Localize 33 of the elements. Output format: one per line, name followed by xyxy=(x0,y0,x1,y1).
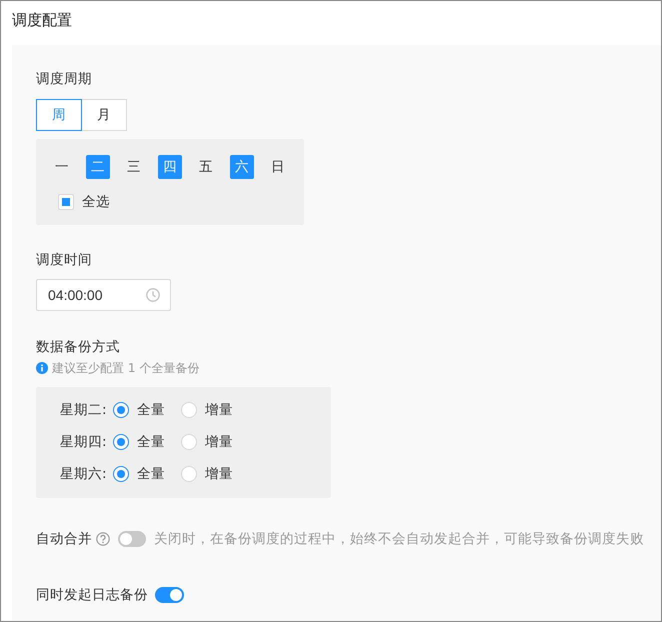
radio-button[interactable] xyxy=(113,466,129,482)
field-label: 调度时间 xyxy=(36,251,93,270)
cycle-tab[interactable]: 月 xyxy=(81,99,127,131)
radio-label[interactable]: 全量 xyxy=(137,401,165,419)
hint-text: 建议至少配置 1 个全量备份 xyxy=(52,360,200,377)
info-icon xyxy=(36,362,48,374)
field-label: 数据备份方式 xyxy=(36,338,121,357)
weekday-label: 星期六: xyxy=(60,465,108,483)
radio-label[interactable]: 增量 xyxy=(205,465,233,483)
radio-label[interactable]: 增量 xyxy=(205,401,233,419)
radio-label[interactable]: 增量 xyxy=(205,433,233,451)
time-input[interactable]: 04:00:00 xyxy=(36,279,171,311)
radio-label[interactable]: 全量 xyxy=(137,433,165,451)
select-all-checkbox[interactable] xyxy=(58,194,74,210)
weekday-label: 星期二: xyxy=(60,401,108,419)
toggle-description: 关闭时，在备份调度的过程中，始终不会自动发起合并，可能导致备份调度失败 xyxy=(154,530,644,548)
weekday-label: 星期四: xyxy=(60,433,108,451)
clock-icon xyxy=(146,288,160,302)
weekday-option[interactable]: 五 xyxy=(194,155,218,179)
weekday-option[interactable]: 三 xyxy=(122,155,146,179)
field-label: 调度周期 xyxy=(36,70,93,89)
toggle-label: 自动合并 xyxy=(36,530,92,549)
weekday-option[interactable]: 日 xyxy=(266,155,290,179)
toggle-label: 同时发起日志备份 xyxy=(36,586,148,605)
radio-label[interactable]: 全量 xyxy=(137,465,165,483)
page-title: 调度配置 xyxy=(12,10,72,30)
radio-button[interactable] xyxy=(113,434,129,450)
help-icon[interactable] xyxy=(96,532,110,546)
toggle-switch[interactable] xyxy=(118,531,146,547)
weekday-option[interactable]: 一 xyxy=(50,155,74,179)
radio-button[interactable] xyxy=(113,402,129,418)
select-all-label[interactable]: 全选 xyxy=(82,192,110,212)
toggle-switch[interactable] xyxy=(155,587,184,603)
